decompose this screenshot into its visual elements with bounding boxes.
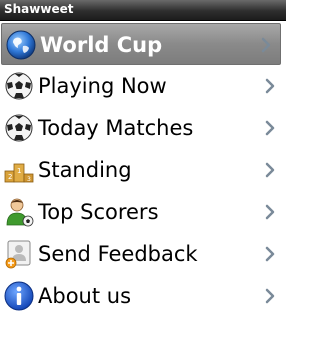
chevron-right-icon bbox=[265, 78, 275, 94]
chevron-right-icon bbox=[265, 204, 275, 220]
chevron-right-icon bbox=[265, 246, 275, 262]
menu-item-label: Playing Now bbox=[38, 74, 167, 98]
svg-text:1: 1 bbox=[17, 167, 21, 175]
menu-item-label: About us bbox=[38, 284, 132, 308]
menu-item-label: Today Matches bbox=[38, 116, 194, 140]
menu-item-playing-now[interactable]: Playing Now bbox=[0, 65, 286, 107]
menu-item-world-cup[interactable]: World Cup bbox=[1, 23, 281, 65]
main-menu: World Cup Playing Now Today Matches 2 1 … bbox=[0, 23, 286, 317]
menu-item-top-scorers[interactable]: Top Scorers bbox=[0, 191, 286, 233]
menu-item-label: Standing bbox=[38, 158, 132, 182]
podium-icon: 2 1 3 bbox=[4, 163, 34, 183]
menu-item-label: Send Feedback bbox=[38, 242, 198, 266]
chevron-right-icon bbox=[265, 162, 275, 178]
chevron-right-icon bbox=[265, 120, 275, 136]
info-icon bbox=[4, 281, 34, 311]
chevron-right-icon bbox=[261, 37, 271, 53]
chevron-right-icon bbox=[265, 288, 275, 304]
svg-text:2: 2 bbox=[8, 173, 12, 181]
menu-item-label: World Cup bbox=[40, 33, 163, 57]
soccer-ball-icon bbox=[5, 114, 33, 142]
menu-item-standing[interactable]: 2 1 3 Standing bbox=[0, 149, 286, 191]
globe-icon bbox=[6, 30, 36, 60]
menu-item-label: Top Scorers bbox=[38, 200, 159, 224]
soccer-ball-icon bbox=[5, 72, 33, 100]
player-icon bbox=[6, 198, 34, 227]
app-title: Shawweet bbox=[4, 2, 74, 16]
svg-text:3: 3 bbox=[27, 176, 31, 183]
menu-item-about-us[interactable]: About us bbox=[0, 275, 286, 317]
menu-item-send-feedback[interactable]: Send Feedback bbox=[0, 233, 286, 275]
title-bar: Shawweet bbox=[0, 0, 286, 21]
menu-item-today-matches[interactable]: Today Matches bbox=[0, 107, 286, 149]
feedback-icon bbox=[5, 240, 31, 269]
